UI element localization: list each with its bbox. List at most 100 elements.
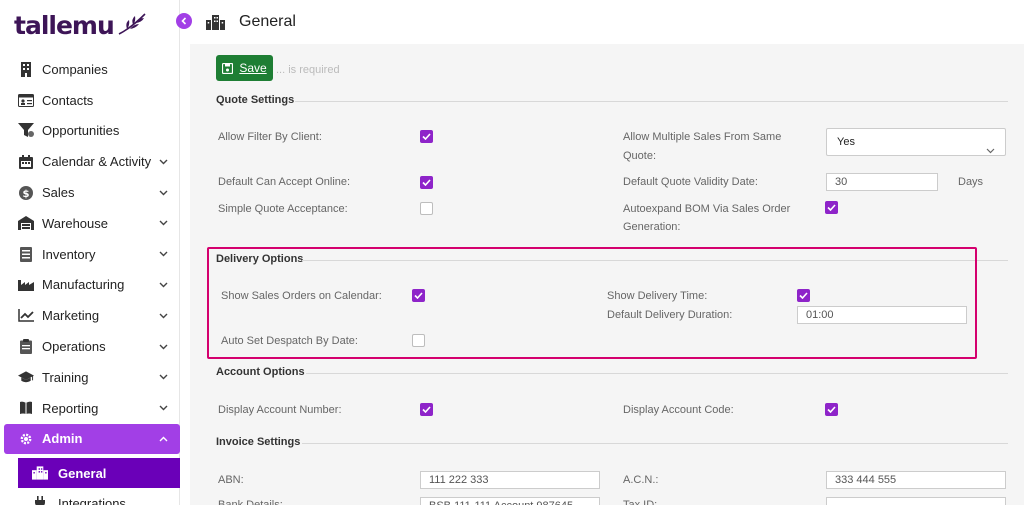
- chevron-down-icon[interactable]: [158, 403, 168, 413]
- ghost-label: ... is required: [276, 64, 340, 76]
- sidebar-item-sales[interactable]: $ Sales: [0, 177, 180, 208]
- checkbox-autoexpand-bom[interactable]: [825, 201, 838, 214]
- sidebar-item-inventory[interactable]: Inventory: [0, 239, 180, 270]
- chevron-down-icon[interactable]: [158, 280, 168, 290]
- section-divider: [306, 373, 1008, 374]
- checkbox-default-can-accept-online[interactable]: [420, 176, 433, 189]
- leaf-icon: [117, 12, 147, 39]
- highlight-box: [207, 247, 977, 359]
- sidebar-item-marketing[interactable]: Marketing: [0, 300, 180, 331]
- sidebar-item-warehouse[interactable]: Warehouse: [0, 208, 180, 239]
- collapse-sidebar-button[interactable]: [176, 13, 192, 29]
- sidebar-item-training[interactable]: Training: [0, 362, 180, 393]
- chevron-down-icon[interactable]: [158, 218, 168, 228]
- save-button[interactable]: Save: [216, 55, 273, 81]
- label-simple-quote-acceptance: Simple Quote Acceptance:: [218, 203, 348, 215]
- sidebar-item-operations[interactable]: Operations: [0, 331, 180, 362]
- label-allow-multiple-sales: Allow Multiple Sales From Same: [623, 131, 782, 143]
- sidebar-item-admin[interactable]: Admin: [4, 423, 180, 455]
- section-divider: [302, 443, 1008, 444]
- label-allow-multiple-sales-line2: Quote:: [623, 150, 657, 162]
- sidebar-subitem-integrations[interactable]: Integrations: [18, 488, 180, 505]
- select-allow-multiple-sales[interactable]: Yes: [826, 128, 1006, 156]
- chevron-down-icon: [986, 138, 995, 164]
- label-tax-id: Tax ID:: [623, 499, 658, 505]
- sidebar-item-label: Inventory: [42, 246, 96, 262]
- chevron-down-icon[interactable]: [158, 188, 168, 198]
- page-title: General: [239, 13, 296, 30]
- input-acn[interactable]: 333 444 555: [826, 471, 1006, 489]
- sidebar-item-contacts[interactable]: Contacts: [0, 85, 180, 116]
- label-display-account-code: Display Account Code:: [623, 404, 734, 416]
- sidebar-item-label: Sales: [42, 185, 75, 201]
- sidebar: tallemu Companies Contacts Opportunities: [0, 0, 180, 505]
- input-bank-details[interactable]: BSB 111-111 Account 987645: [420, 497, 600, 505]
- unit-days: Days: [958, 176, 984, 188]
- sidebar-item-opportunities[interactable]: Opportunities: [0, 116, 180, 147]
- page-header: General: [190, 0, 1024, 44]
- sidebar-item-label: Calendar & Activity: [42, 154, 152, 170]
- checkbox-allow-filter-by-client[interactable]: [420, 130, 433, 143]
- funnel-icon: [18, 123, 34, 139]
- section-title-invoice-settings: Invoice Settings: [216, 436, 301, 448]
- sidebar-item-label: Training: [42, 369, 89, 385]
- floppy-disk-icon: [222, 62, 234, 74]
- label-autoexpand-bom-line2: Generation:: [623, 221, 681, 233]
- save-button-label: Save: [239, 61, 267, 75]
- chevron-down-icon[interactable]: [158, 311, 168, 321]
- sidebar-item-calendar-activity[interactable]: Calendar & Activity: [0, 146, 180, 177]
- select-value: Yes: [837, 136, 855, 148]
- warehouse-icon: [18, 215, 34, 231]
- sidebar-item-manufacturing[interactable]: Manufacturing: [0, 270, 180, 301]
- input-default-quote-validity[interactable]: 30: [826, 173, 938, 191]
- checkbox-display-account-code[interactable]: [825, 403, 838, 416]
- section-divider: [295, 101, 1008, 102]
- chevron-left-icon: [181, 17, 187, 25]
- sidebar-item-label: Opportunities: [42, 123, 120, 139]
- contact-card-icon: [18, 92, 34, 108]
- input-abn[interactable]: 111 222 333: [420, 471, 600, 489]
- sidebar-item-companies[interactable]: Companies: [0, 54, 180, 85]
- label-autoexpand-bom: Autoexpand BOM Via Sales Order: [623, 203, 791, 215]
- checkbox-display-account-number[interactable]: [420, 403, 433, 416]
- sidebar-item-label: Admin: [42, 431, 83, 447]
- sidebar-subitem-label: Integrations: [58, 495, 126, 505]
- inventory-icon: [18, 246, 34, 262]
- dollar-icon: $: [18, 185, 34, 201]
- main-content: ... is required Save Quote Settings Allo…: [190, 44, 1024, 505]
- sidebar-item-label: Reporting: [42, 400, 99, 416]
- clipboard-icon: [18, 339, 34, 355]
- sidebar-item-label: Warehouse: [42, 215, 108, 231]
- label-display-account-number: Display Account Number:: [218, 404, 342, 416]
- label-default-can-accept-online: Default Can Accept Online:: [218, 176, 351, 188]
- chevron-down-icon[interactable]: [158, 372, 168, 382]
- sidebar-item-label: Operations: [42, 339, 106, 355]
- chart-line-icon: [18, 308, 34, 324]
- label-default-quote-validity: Default Quote Validity Date:: [623, 176, 758, 188]
- sidebar-subitem-label: General: [58, 465, 107, 481]
- chevron-down-icon[interactable]: [158, 342, 168, 352]
- plug-icon: [32, 495, 48, 505]
- input-tax-id[interactable]: [826, 497, 1006, 505]
- sidebar-item-reporting[interactable]: Reporting: [0, 393, 180, 424]
- chevron-down-icon[interactable]: [158, 157, 168, 167]
- sidebar-subitem-general[interactable]: General: [18, 458, 180, 489]
- label-bank-details: Bank Details:: [218, 499, 283, 505]
- book-icon: [18, 400, 34, 416]
- building-icon: [32, 465, 48, 481]
- building-icon: [206, 14, 225, 30]
- sidebar-nav: Companies Contacts Opportunities Calenda…: [0, 54, 180, 505]
- svg-text:$: $: [23, 189, 30, 200]
- cog-icon: [18, 431, 34, 447]
- logo-text: tallemu: [14, 10, 115, 40]
- chevron-up-icon[interactable]: [158, 434, 168, 444]
- section-title-account-options: Account Options: [216, 366, 305, 378]
- sidebar-item-label: Contacts: [42, 92, 94, 108]
- chevron-down-icon[interactable]: [158, 249, 168, 259]
- checkbox-simple-quote-acceptance[interactable]: [420, 202, 433, 215]
- building-icon: [18, 61, 34, 77]
- label-abn: ABN:: [218, 474, 244, 486]
- logo[interactable]: tallemu: [14, 8, 147, 42]
- sidebar-item-label: Marketing: [42, 308, 100, 324]
- label-allow-filter-by-client: Allow Filter By Client:: [218, 131, 322, 143]
